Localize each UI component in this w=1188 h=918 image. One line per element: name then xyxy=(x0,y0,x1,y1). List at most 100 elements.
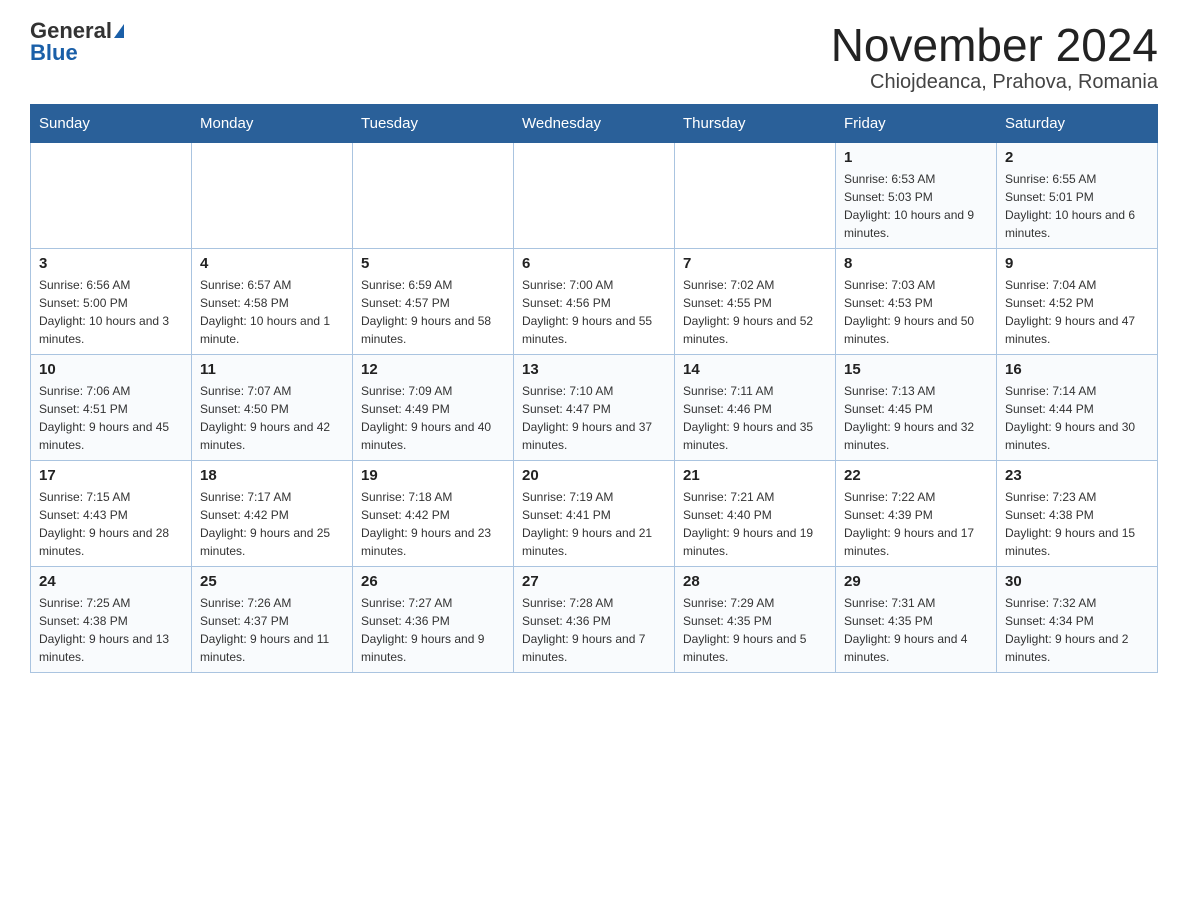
day-info: Sunrise: 7:23 AM Sunset: 4:38 PM Dayligh… xyxy=(1005,488,1149,560)
calendar-cell: 21 Sunrise: 7:21 AM Sunset: 4:40 PM Dayli… xyxy=(675,460,836,566)
page-header: General Blue November 2024 Chiojdeanca, … xyxy=(30,20,1158,94)
calendar-header-sunday: Sunday xyxy=(31,104,192,142)
calendar-cell: 16Sunrise: 7:14 AM Sunset: 4:44 PM Dayli… xyxy=(997,354,1158,460)
day-number: 13 xyxy=(522,361,666,378)
day-info: Sunrise: 6:59 AM Sunset: 4:57 PM Dayligh… xyxy=(361,276,505,348)
calendar-header-tuesday: Tuesday xyxy=(353,104,514,142)
page-subtitle: Chiojdeanca, Prahova, Romania xyxy=(831,71,1158,94)
day-number: 17 xyxy=(39,467,183,484)
day-number: 9 xyxy=(1005,255,1149,272)
calendar-cell: 23 Sunrise: 7:23 AM Sunset: 4:38 PM Dayli… xyxy=(997,460,1158,566)
day-number: 1 xyxy=(844,149,988,166)
calendar-week-row: 10Sunrise: 7:06 AM Sunset: 4:51 PM Dayli… xyxy=(31,354,1158,460)
calendar-cell xyxy=(353,142,514,248)
day-number: 6 xyxy=(522,255,666,272)
calendar-table: SundayMondayTuesdayWednesdayThursdayFrid… xyxy=(30,104,1158,673)
day-info: Sunrise: 7:18 AM Sunset: 4:42 PM Dayligh… xyxy=(361,488,505,560)
day-number: 23 xyxy=(1005,467,1149,484)
day-number: 22 xyxy=(844,467,988,484)
day-info: Sunrise: 7:28 AM Sunset: 4:36 PM Dayligh… xyxy=(522,594,666,666)
calendar-cell: 25 Sunrise: 7:26 AM Sunset: 4:37 PM Dayli… xyxy=(192,566,353,672)
calendar-header-row: SundayMondayTuesdayWednesdayThursdayFrid… xyxy=(31,104,1158,142)
day-number: 4 xyxy=(200,255,344,272)
day-number: 19 xyxy=(361,467,505,484)
calendar-cell: 3 Sunrise: 6:56 AM Sunset: 5:00 PM Daylig… xyxy=(31,248,192,354)
calendar-week-row: 17 Sunrise: 7:15 AM Sunset: 4:43 PM Dayli… xyxy=(31,460,1158,566)
day-number: 27 xyxy=(522,573,666,590)
day-number: 30 xyxy=(1005,573,1149,590)
title-block: November 2024 Chiojdeanca, Prahova, Roma… xyxy=(831,20,1158,94)
logo-triangle-icon xyxy=(114,24,124,38)
day-number: 24 xyxy=(39,573,183,590)
day-info: Sunrise: 7:32 AM Sunset: 4:34 PM Dayligh… xyxy=(1005,594,1149,666)
day-number: 28 xyxy=(683,573,827,590)
calendar-cell: 20 Sunrise: 7:19 AM Sunset: 4:41 PM Dayli… xyxy=(514,460,675,566)
calendar-cell: 26Sunrise: 7:27 AM Sunset: 4:36 PM Dayli… xyxy=(353,566,514,672)
calendar-cell: 9 Sunrise: 7:04 AM Sunset: 4:52 PM Daylig… xyxy=(997,248,1158,354)
calendar-cell: 28 Sunrise: 7:29 AM Sunset: 4:35 PM Dayli… xyxy=(675,566,836,672)
day-info: Sunrise: 6:56 AM Sunset: 5:00 PM Dayligh… xyxy=(39,276,183,348)
logo-blue-text: Blue xyxy=(30,42,78,64)
calendar-cell: 19 Sunrise: 7:18 AM Sunset: 4:42 PM Dayli… xyxy=(353,460,514,566)
day-info: Sunrise: 7:26 AM Sunset: 4:37 PM Dayligh… xyxy=(200,594,344,666)
day-number: 25 xyxy=(200,573,344,590)
calendar-cell: 14 Sunrise: 7:11 AM Sunset: 4:46 PM Dayli… xyxy=(675,354,836,460)
day-info: Sunrise: 7:14 AM Sunset: 4:44 PM Dayligh… xyxy=(1005,382,1149,454)
calendar-cell xyxy=(675,142,836,248)
day-info: Sunrise: 7:29 AM Sunset: 4:35 PM Dayligh… xyxy=(683,594,827,666)
day-number: 2 xyxy=(1005,149,1149,166)
day-number: 12 xyxy=(361,361,505,378)
calendar-cell: 17 Sunrise: 7:15 AM Sunset: 4:43 PM Dayli… xyxy=(31,460,192,566)
calendar-cell: 7Sunrise: 7:02 AM Sunset: 4:55 PM Daylig… xyxy=(675,248,836,354)
day-number: 11 xyxy=(200,361,344,378)
calendar-cell: 27 Sunrise: 7:28 AM Sunset: 4:36 PM Dayli… xyxy=(514,566,675,672)
day-info: Sunrise: 6:53 AM Sunset: 5:03 PM Dayligh… xyxy=(844,170,988,242)
day-number: 20 xyxy=(522,467,666,484)
calendar-cell: 22Sunrise: 7:22 AM Sunset: 4:39 PM Dayli… xyxy=(836,460,997,566)
day-number: 5 xyxy=(361,255,505,272)
day-number: 21 xyxy=(683,467,827,484)
calendar-header-wednesday: Wednesday xyxy=(514,104,675,142)
calendar-cell xyxy=(31,142,192,248)
calendar-header-thursday: Thursday xyxy=(675,104,836,142)
calendar-header-friday: Friday xyxy=(836,104,997,142)
day-info: Sunrise: 6:57 AM Sunset: 4:58 PM Dayligh… xyxy=(200,276,344,348)
calendar-week-row: 3 Sunrise: 6:56 AM Sunset: 5:00 PM Daylig… xyxy=(31,248,1158,354)
day-info: Sunrise: 7:15 AM Sunset: 4:43 PM Dayligh… xyxy=(39,488,183,560)
day-info: Sunrise: 7:07 AM Sunset: 4:50 PM Dayligh… xyxy=(200,382,344,454)
page-title: November 2024 xyxy=(831,20,1158,71)
calendar-week-row: 1 Sunrise: 6:53 AM Sunset: 5:03 PM Daylig… xyxy=(31,142,1158,248)
day-info: Sunrise: 6:55 AM Sunset: 5:01 PM Dayligh… xyxy=(1005,170,1149,242)
calendar-header-saturday: Saturday xyxy=(997,104,1158,142)
day-info: Sunrise: 7:19 AM Sunset: 4:41 PM Dayligh… xyxy=(522,488,666,560)
day-number: 15 xyxy=(844,361,988,378)
calendar-header-monday: Monday xyxy=(192,104,353,142)
day-info: Sunrise: 7:13 AM Sunset: 4:45 PM Dayligh… xyxy=(844,382,988,454)
calendar-week-row: 24 Sunrise: 7:25 AM Sunset: 4:38 PM Dayli… xyxy=(31,566,1158,672)
day-number: 8 xyxy=(844,255,988,272)
calendar-cell: 8 Sunrise: 7:03 AM Sunset: 4:53 PM Daylig… xyxy=(836,248,997,354)
calendar-cell: 5 Sunrise: 6:59 AM Sunset: 4:57 PM Daylig… xyxy=(353,248,514,354)
calendar-cell: 4 Sunrise: 6:57 AM Sunset: 4:58 PM Daylig… xyxy=(192,248,353,354)
day-number: 14 xyxy=(683,361,827,378)
calendar-cell: 30 Sunrise: 7:32 AM Sunset: 4:34 PM Dayli… xyxy=(997,566,1158,672)
logo-general-text: General xyxy=(30,20,112,42)
day-info: Sunrise: 7:25 AM Sunset: 4:38 PM Dayligh… xyxy=(39,594,183,666)
calendar-cell: 12Sunrise: 7:09 AM Sunset: 4:49 PM Dayli… xyxy=(353,354,514,460)
calendar-cell: 24 Sunrise: 7:25 AM Sunset: 4:38 PM Dayli… xyxy=(31,566,192,672)
day-info: Sunrise: 7:00 AM Sunset: 4:56 PM Dayligh… xyxy=(522,276,666,348)
day-info: Sunrise: 7:31 AM Sunset: 4:35 PM Dayligh… xyxy=(844,594,988,666)
day-info: Sunrise: 7:11 AM Sunset: 4:46 PM Dayligh… xyxy=(683,382,827,454)
calendar-cell: 1 Sunrise: 6:53 AM Sunset: 5:03 PM Daylig… xyxy=(836,142,997,248)
calendar-cell: 29Sunrise: 7:31 AM Sunset: 4:35 PM Dayli… xyxy=(836,566,997,672)
calendar-cell: 13Sunrise: 7:10 AM Sunset: 4:47 PM Dayli… xyxy=(514,354,675,460)
day-info: Sunrise: 7:21 AM Sunset: 4:40 PM Dayligh… xyxy=(683,488,827,560)
day-info: Sunrise: 7:03 AM Sunset: 4:53 PM Dayligh… xyxy=(844,276,988,348)
day-number: 18 xyxy=(200,467,344,484)
calendar-cell: 2 Sunrise: 6:55 AM Sunset: 5:01 PM Daylig… xyxy=(997,142,1158,248)
calendar-cell xyxy=(192,142,353,248)
day-info: Sunrise: 7:04 AM Sunset: 4:52 PM Dayligh… xyxy=(1005,276,1149,348)
day-number: 3 xyxy=(39,255,183,272)
calendar-cell: 6 Sunrise: 7:00 AM Sunset: 4:56 PM Daylig… xyxy=(514,248,675,354)
calendar-cell: 18Sunrise: 7:17 AM Sunset: 4:42 PM Dayli… xyxy=(192,460,353,566)
